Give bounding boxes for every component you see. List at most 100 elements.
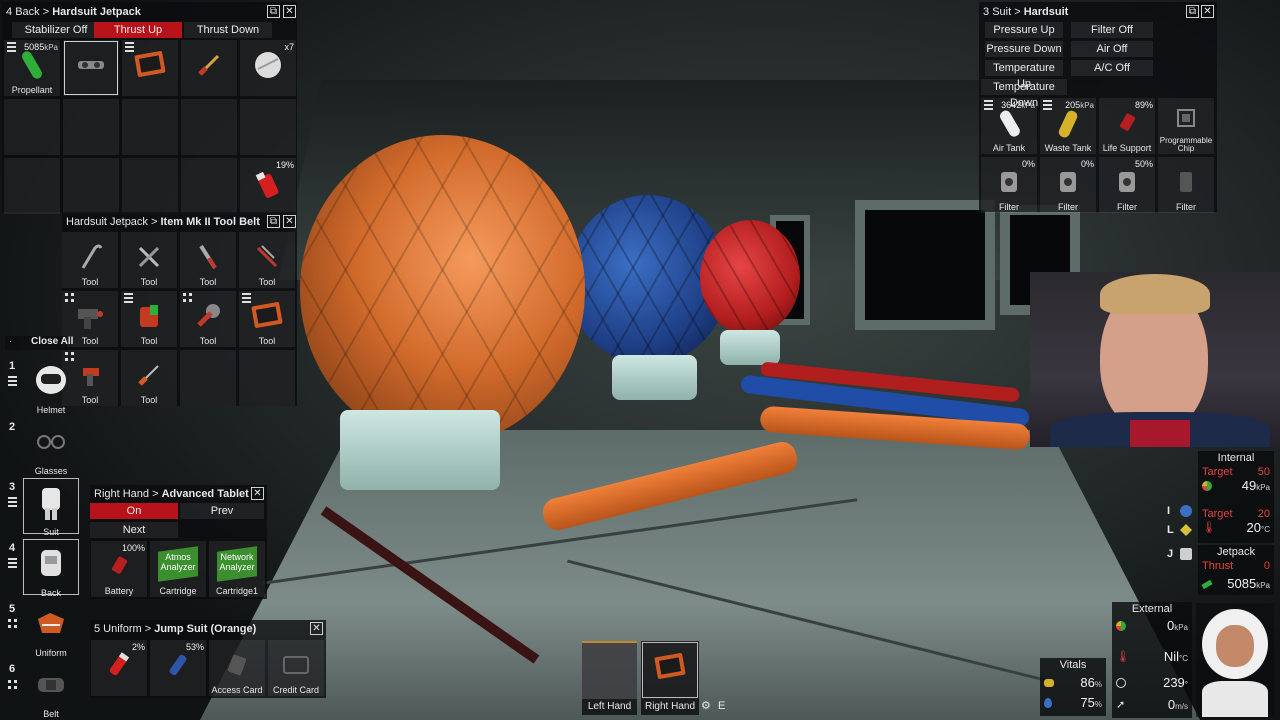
ac-off-button[interactable]: A/C Off — [1071, 60, 1153, 76]
menu-icon[interactable] — [124, 293, 133, 305]
jetpack-slot-2[interactable] — [63, 40, 119, 96]
tool-slot-welder[interactable]: Tool — [121, 291, 177, 347]
blue-sphere-base — [612, 355, 697, 400]
jetpack-panel-title[interactable]: 4 Back > Hardsuit Jetpack — [2, 2, 297, 22]
access-card-slot[interactable]: Access Card — [209, 640, 265, 696]
cartridge-slot-network[interactable]: Network Analyzer Cartridge1 — [209, 541, 265, 597]
left-hand-slot[interactable] — [582, 641, 637, 699]
close-icon[interactable]: ✕ — [1201, 5, 1214, 18]
helmet-toggle-icon[interactable] — [1180, 505, 1192, 517]
close-all-button[interactable]: Close All — [31, 336, 73, 347]
temperature-down-button[interactable]: Temperature Down — [981, 79, 1067, 109]
right-hand-slot[interactable] — [641, 641, 699, 699]
empty-slot[interactable] — [240, 99, 296, 155]
belt-slot[interactable]: Belt — [22, 659, 80, 719]
pressure-down-button[interactable]: Pressure Down — [985, 41, 1063, 57]
filter-slot-4[interactable]: Filter — [1158, 157, 1214, 213]
cartridge-slot-atmos[interactable]: Atmos Analyzer Cartridge — [150, 541, 206, 597]
empty-slot[interactable] — [122, 99, 178, 155]
credit-card-slot[interactable]: Credit Card — [268, 640, 324, 696]
thrust-up-button[interactable]: Thrust Up — [94, 22, 182, 38]
temperature-up-button[interactable]: Temperature Up — [985, 60, 1063, 90]
close-icon[interactable]: ✕ — [310, 622, 323, 635]
tool-slot-labeller[interactable]: Tool — [239, 291, 295, 347]
jumpsuit-icon — [38, 612, 64, 633]
jetpack-slot-5[interactable]: x7 — [240, 40, 296, 96]
hardsuit-panel-title[interactable]: 3 Suit > Hardsuit — [979, 2, 1217, 22]
thrust-down-button[interactable]: Thrust Down — [184, 22, 272, 38]
collapse-icon[interactable]: · — [9, 336, 12, 347]
orange-gas-sphere[interactable] — [300, 135, 585, 445]
external-header: External — [1131, 603, 1173, 615]
air-off-button[interactable]: Air Off — [1071, 41, 1153, 57]
life-support-slot[interactable]: 89% Life Support — [1099, 98, 1155, 154]
grid-icon[interactable] — [183, 293, 192, 302]
empty-slot[interactable] — [239, 350, 295, 406]
empty-slot[interactable] — [180, 350, 236, 406]
tablet-prev-button[interactable]: Prev — [180, 503, 264, 519]
menu-icon[interactable] — [8, 497, 17, 509]
tablet-on-button[interactable]: On — [90, 503, 178, 519]
waste-tank-slot[interactable]: 205kPa Waste Tank — [1040, 98, 1096, 154]
equip-number: 5 — [9, 603, 16, 615]
filter-slot-3[interactable]: 50% Filter — [1099, 157, 1155, 213]
grid-icon[interactable] — [8, 680, 17, 689]
wrench-icon — [138, 246, 160, 267]
uniform-panel-title[interactable]: 5 Uniform > Jump Suit (Orange) — [90, 620, 326, 638]
empty-slot[interactable] — [181, 99, 237, 155]
slot-label: Propellant — [11, 85, 53, 95]
tablet-panel-title[interactable]: Right Hand > Advanced Tablet — [90, 485, 267, 503]
helmet-slot[interactable]: Helmet — [22, 355, 80, 415]
tool-slot-wrench[interactable]: Tool — [121, 232, 177, 288]
viewport-window — [855, 200, 995, 330]
avatar-suit — [1202, 681, 1268, 717]
tablet-next-button[interactable]: Next — [90, 522, 178, 538]
running-icon: ➚ — [1116, 699, 1126, 711]
battery-slot[interactable]: 100% Battery — [91, 541, 147, 597]
tool-slot-screwdriver[interactable]: Tool — [121, 350, 177, 406]
empty-slot[interactable] — [63, 158, 119, 214]
filter-slot-1[interactable]: 0% Filter — [981, 157, 1037, 213]
air-tank-slot[interactable]: 3642kPa Air Tank — [981, 98, 1037, 154]
menu-icon[interactable] — [8, 376, 17, 388]
jetpack-slot-3[interactable] — [122, 40, 178, 96]
filter-off-button[interactable]: Filter Off — [1071, 22, 1153, 38]
stabilizer-button[interactable]: Stabilizer Off — [12, 22, 100, 38]
uniform-slot-2[interactable]: 53% — [150, 640, 206, 696]
empty-slot[interactable] — [4, 99, 60, 155]
menu-icon[interactable] — [984, 100, 993, 112]
programmable-chip-slot[interactable]: Programmable Chip — [1158, 98, 1214, 154]
suit-slot[interactable]: Suit — [22, 477, 80, 537]
detach-window-icon[interactable]: ⧉ — [1186, 5, 1199, 18]
filter-slot-2[interactable]: 0% Filter — [1040, 157, 1096, 213]
grid-icon[interactable] — [65, 293, 74, 302]
empty-slot[interactable] — [4, 158, 60, 214]
menu-icon[interactable] — [8, 558, 17, 570]
jetpack-toggle-icon[interactable] — [1180, 548, 1192, 560]
spray-can-slot[interactable]: 19% — [240, 158, 296, 214]
pressure-up-button[interactable]: Pressure Up — [985, 22, 1063, 38]
menu-icon[interactable] — [1043, 100, 1052, 112]
close-icon[interactable]: ✕ — [283, 5, 296, 18]
close-icon[interactable]: ✕ — [251, 487, 264, 500]
empty-slot[interactable] — [181, 158, 237, 214]
tool-slot-wire-cutters[interactable]: Tool — [239, 232, 295, 288]
uniform-slot-1[interactable]: 2% — [91, 640, 147, 696]
back-slot[interactable]: Back — [22, 538, 80, 598]
grid-icon[interactable] — [8, 619, 17, 628]
propellant-slot[interactable]: 5085kPa Propellant — [4, 40, 60, 96]
uniform-slot[interactable]: Uniform — [22, 598, 80, 658]
swap-hands-icon[interactable]: ⚙ — [701, 699, 715, 713]
close-icon[interactable]: ✕ — [283, 215, 296, 228]
detach-window-icon[interactable]: ⧉ — [267, 5, 280, 18]
red-gas-sphere[interactable] — [700, 220, 800, 335]
tool-slot-pipe-wrench[interactable]: Tool — [180, 232, 236, 288]
tool-slot-grinder[interactable]: Tool — [180, 291, 236, 347]
jetpack-slot-4[interactable] — [181, 40, 237, 96]
toolbelt-panel-title[interactable]: Hardsuit Jetpack > Item Mk II Tool Belt — [62, 212, 297, 232]
empty-slot[interactable] — [122, 158, 178, 214]
tool-slot-crowbar[interactable]: Tool — [62, 232, 118, 288]
empty-slot[interactable] — [63, 99, 119, 155]
glasses-slot[interactable]: Glasses — [22, 416, 80, 476]
detach-window-icon[interactable]: ⧉ — [267, 215, 280, 228]
